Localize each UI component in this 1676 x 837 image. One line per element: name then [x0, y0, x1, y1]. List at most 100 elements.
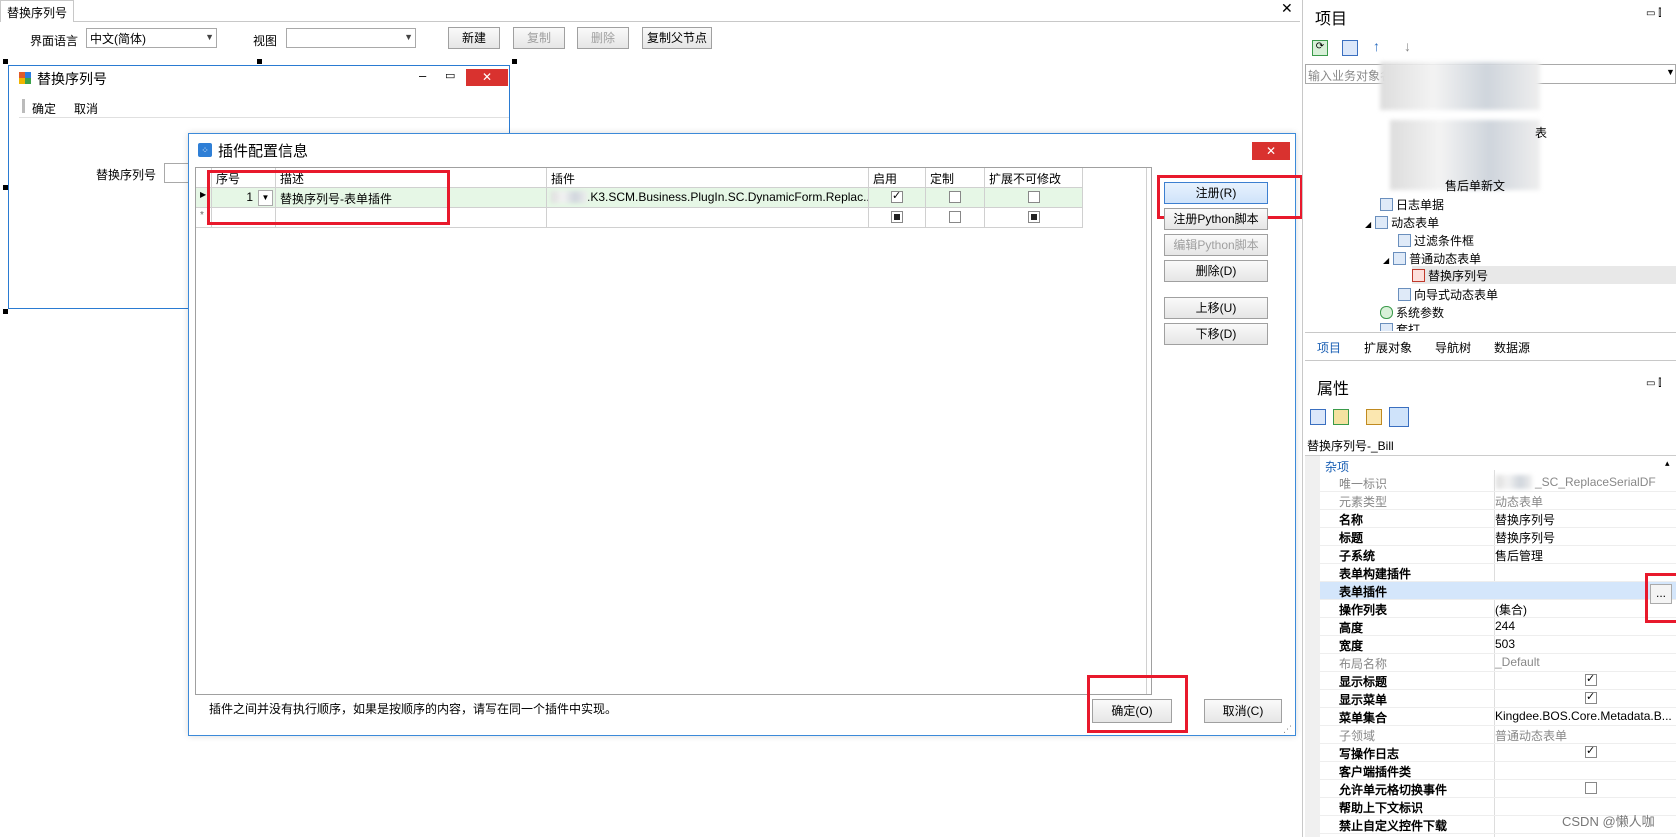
new-button[interactable]: 新建	[448, 27, 500, 49]
copy-button[interactable]: 复制	[513, 27, 565, 49]
close-document-icon[interactable]: ✕	[1281, 0, 1293, 17]
property-value[interactable]: 售后管理	[1495, 547, 1543, 564]
enabled-checkbox[interactable]	[891, 211, 903, 223]
property-value[interactable]	[1495, 672, 1597, 688]
minimize-icon[interactable]: –	[419, 68, 426, 83]
copy-icon[interactable]	[1342, 40, 1358, 56]
edit-python-button[interactable]: 编辑Python脚本	[1164, 234, 1268, 256]
sort-alpha-icon[interactable]	[1333, 409, 1349, 425]
tree-item-normal-form[interactable]: ◢ 普通动态表单	[1383, 250, 1481, 267]
col-header-custom[interactable]: 定制	[926, 168, 985, 188]
property-value[interactable]: 动态表单	[1495, 493, 1543, 510]
collapse-icon[interactable]: ◢	[1365, 220, 1371, 229]
dialog-close-button[interactable]: ✕	[1252, 142, 1290, 160]
custom-checkbox[interactable]	[949, 211, 961, 223]
collapse-icon[interactable]: ▴	[1665, 458, 1670, 469]
delete-plugin-button[interactable]: 删除(D)	[1164, 260, 1268, 282]
cell-enabled[interactable]	[869, 208, 926, 228]
property-value[interactable]: 普通动态表单	[1495, 727, 1567, 744]
ok-button[interactable]: 确定(O)	[1092, 699, 1172, 723]
events-icon[interactable]	[1389, 407, 1409, 427]
view-select[interactable]: ▼	[286, 28, 416, 48]
resize-grip-icon[interactable]: ⋰	[1283, 724, 1292, 735]
tree-item-log-bill[interactable]: 日志单据	[1380, 196, 1444, 213]
cell-custom[interactable]	[926, 188, 985, 208]
tab-nav-tree[interactable]: 导航树	[1435, 339, 1471, 356]
property-row[interactable]: 子领域 普通动态表单	[1320, 726, 1676, 744]
panel-options-icon[interactable]: ▭ ⫿	[1646, 378, 1661, 389]
ellipsis-button[interactable]: ...	[1650, 584, 1672, 604]
property-checkbox[interactable]	[1585, 782, 1597, 794]
property-row[interactable]: 子系统 售后管理	[1320, 546, 1676, 564]
cell-plugin[interactable]: .K3.SCM.Business.PlugIn.SC.DynamicForm.R…	[547, 188, 869, 208]
categorized-icon[interactable]	[1310, 409, 1326, 425]
move-down-button[interactable]: 下移(D)	[1164, 323, 1268, 345]
property-row[interactable]: 允许单元格切换事件	[1320, 780, 1676, 798]
locked-checkbox[interactable]	[1027, 191, 1040, 203]
cell-locked[interactable]	[985, 208, 1083, 228]
property-row[interactable]: 标题 替换序列号	[1320, 528, 1676, 546]
copy-parent-button[interactable]: 复制父节点	[642, 27, 712, 49]
property-row[interactable]: 写操作日志	[1320, 744, 1676, 762]
tab-project[interactable]: 项目	[1317, 339, 1341, 356]
menu-cancel[interactable]: 取消	[74, 100, 98, 117]
property-value[interactable]	[1495, 744, 1597, 760]
property-row[interactable]: 显示菜单	[1320, 690, 1676, 708]
tree-item[interactable]: 表	[1535, 124, 1547, 141]
property-row[interactable]: 操作列表 (集合)	[1320, 600, 1676, 618]
tree-item-wizard[interactable]: 向导式动态表单	[1398, 286, 1498, 303]
ui-language-select[interactable]: 中文(简体) ▼	[86, 28, 217, 48]
property-row[interactable]: 表单插件	[1320, 582, 1676, 600]
cancel-button[interactable]: 取消(C)	[1204, 699, 1282, 723]
tab-datasource[interactable]: 数据源	[1494, 339, 1530, 356]
maximize-icon[interactable]: ▭	[445, 69, 455, 82]
property-row[interactable]: 元素类型 动态表单	[1320, 492, 1676, 510]
register-button[interactable]: 注册(R)	[1164, 182, 1268, 204]
move-up-button[interactable]: 上移(U)	[1164, 297, 1268, 319]
panel-options-icon[interactable]: ▭ ⫿	[1646, 8, 1661, 19]
selection-handle[interactable]	[257, 59, 262, 64]
property-checkbox[interactable]	[1585, 690, 1597, 704]
property-row[interactable]: 宽度 503	[1320, 636, 1676, 654]
refresh-icon[interactable]: ⟳	[1312, 40, 1328, 56]
property-row[interactable]: 名称 替换序列号	[1320, 510, 1676, 528]
chevron-down-icon[interactable]: ▼	[1666, 67, 1675, 77]
collapse-icon[interactable]: ◢	[1383, 256, 1389, 265]
property-value[interactable]: 替换序列号	[1495, 529, 1555, 546]
cell-custom[interactable]	[926, 208, 985, 228]
property-value[interactable]: 244	[1495, 619, 1515, 633]
property-checkbox[interactable]	[1585, 672, 1597, 686]
category-misc[interactable]: 杂项	[1325, 458, 1349, 475]
document-tab[interactable]: 替换序列号	[0, 0, 75, 22]
property-value[interactable]: Kingdee.BOS.Core.Metadata.B...	[1495, 709, 1672, 723]
property-value[interactable]: 替换序列号	[1495, 511, 1555, 528]
arrow-down-icon[interactable]: ↓	[1404, 38, 1411, 54]
selection-handle[interactable]	[3, 59, 8, 64]
form-close-button[interactable]: ✕	[466, 69, 508, 86]
property-row[interactable]: 菜单集合 Kingdee.BOS.Core.Metadata.B...	[1320, 708, 1676, 726]
tree-item-selected[interactable]: 替换序列号	[1412, 266, 1676, 284]
col-header-plugin[interactable]: 插件	[547, 168, 869, 188]
cell-enabled[interactable]	[869, 188, 926, 208]
tab-extension[interactable]: 扩展对象	[1364, 339, 1412, 356]
cell-plugin[interactable]	[547, 208, 869, 228]
property-value[interactable]: _SC_ReplaceSerialDF	[1535, 475, 1656, 489]
col-header-enabled[interactable]: 启用	[869, 168, 926, 188]
cell-locked[interactable]	[985, 188, 1083, 208]
selection-handle[interactable]	[3, 309, 8, 314]
selection-handle[interactable]	[512, 59, 517, 64]
property-value[interactable]	[1495, 690, 1597, 706]
property-value[interactable]: _Default	[1495, 655, 1540, 669]
arrow-up-icon[interactable]: ↑	[1373, 38, 1380, 54]
property-row[interactable]: 高度 244	[1320, 618, 1676, 636]
tree-item-print[interactable]: 套打	[1380, 321, 1420, 331]
property-value[interactable]: 503	[1495, 637, 1515, 651]
tree-item-dynamic-form[interactable]: ◢ 动态表单	[1365, 214, 1439, 231]
property-checkbox[interactable]	[1585, 744, 1597, 758]
property-row[interactable]: 表单构建插件	[1320, 564, 1676, 582]
tree-item-params[interactable]: 系统参数	[1380, 304, 1444, 321]
custom-checkbox[interactable]	[949, 191, 961, 203]
delete-button[interactable]: 删除	[577, 27, 629, 49]
property-row[interactable]: 客户端插件类	[1320, 762, 1676, 780]
tree-item-filter[interactable]: 过滤条件框	[1398, 232, 1474, 249]
